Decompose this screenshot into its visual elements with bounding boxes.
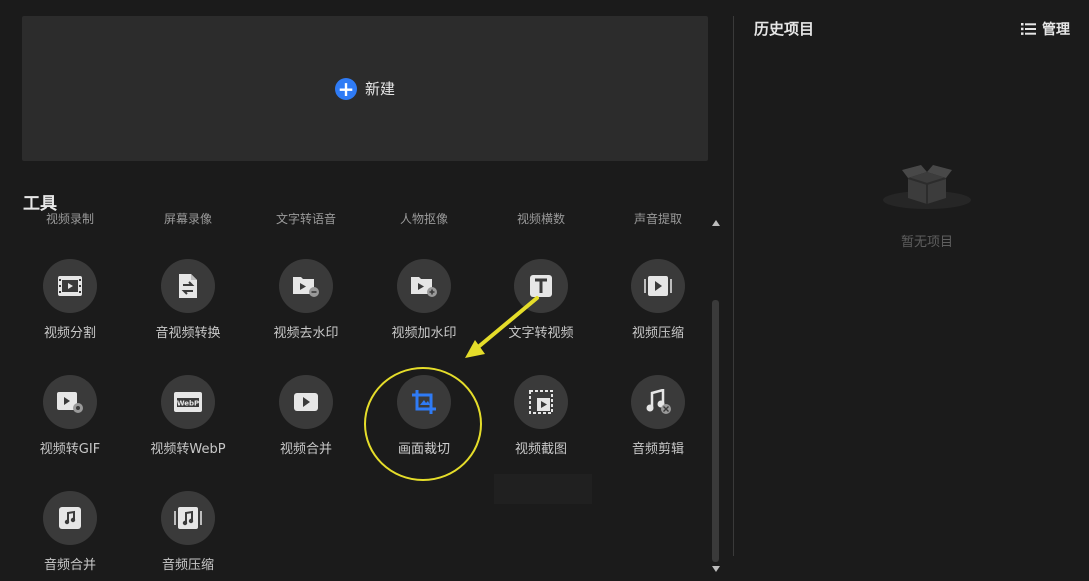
tools-scrollbar[interactable] [709,214,723,576]
video-gif-icon [57,392,83,413]
tool-label: 视频压缩 [631,326,684,341]
tool-av-convert[interactable]: 音视频转换 [133,259,243,349]
empty-box-icon [878,156,976,212]
tool-icon-circle [161,491,215,545]
tool-icon-circle [43,375,97,429]
tool-icon-circle [631,375,685,429]
tool-icon-circle: WebP [161,375,215,429]
tool-label-cut[interactable]: 屏幕录像 [133,210,243,227]
plus-circle-icon: + [334,77,357,100]
tool-audio-clip[interactable]: 音频剪辑 [603,375,713,465]
webp-icon: WebP [174,392,202,412]
new-project-panel[interactable]: + 新建 [22,16,708,161]
tool-audio-merge[interactable]: 音频合并 [15,491,125,581]
tool-label: 视频截图 [514,442,567,457]
audio-clip-icon [646,389,671,414]
tool-icon-circle [631,259,685,313]
file-convert-icon [179,274,197,298]
tool-label: 视频分割 [43,326,96,341]
video-folder-add-icon [411,277,437,297]
tool-icon-circle [279,375,333,429]
tool-video-compress[interactable]: 视频压缩 [603,259,713,349]
highlight-ring-annotation [364,367,482,481]
manage-button[interactable]: 管理 [1021,19,1070,39]
tool-label-cut[interactable]: 人物抠像 [369,210,479,227]
video-compress-icon [644,276,672,296]
tool-icon-circle [43,259,97,313]
tools-cut-row: 视频录制 屏幕录像 文字转语音 人物抠像 视频横数 声音提取 [0,210,705,226]
panel-divider [733,16,734,556]
tool-label: 音视频转换 [155,326,221,341]
new-project-label: 新建 [364,80,395,98]
tool-label-cut[interactable]: 视频录制 [15,210,125,227]
tool-label-cut[interactable]: 文字转语音 [251,210,361,227]
tool-icon-circle [514,375,568,429]
scroll-thumb[interactable] [712,300,719,562]
tool-label-cut[interactable]: 声音提取 [603,210,713,227]
svg-text:WebP: WebP [177,400,199,408]
tool-label: 音频剪辑 [631,442,684,457]
arrow-annotation [465,296,539,358]
tool-label: 视频转WebP [150,442,226,457]
tool-video-screenshot[interactable]: 视频截图 [486,375,596,465]
new-project-button[interactable]: + 新建 [334,77,395,100]
tool-label: 视频转GIF [39,442,101,457]
tool-label: 视频去水印 [273,326,339,341]
tool-label: 音频压缩 [161,558,214,573]
screenshot-icon [529,390,553,414]
tool-label-cut[interactable]: 视频横数 [486,210,596,227]
scroll-up-arrow-icon[interactable] [712,220,720,226]
play-box-icon [294,393,318,411]
tool-label: 视频合并 [279,442,332,457]
scroll-down-arrow-icon[interactable] [712,566,720,572]
audio-merge-icon [59,507,81,529]
tool-video-merge[interactable]: 视频合并 [251,375,361,465]
tool-icon-circle [161,259,215,313]
tool-audio-compress[interactable]: 音频压缩 [133,491,243,581]
manage-label: 管理 [1042,22,1070,38]
history-empty-text: 暂无项目 [900,235,953,250]
tool-video-to-webp[interactable]: WebP 视频转WebP [133,375,243,465]
placeholder-block [494,474,592,504]
history-title: 历史项目 [754,20,815,38]
list-icon [1021,23,1036,35]
tool-video-remove-watermark[interactable]: 视频去水印 [251,259,361,349]
tool-icon-circle [279,259,333,313]
video-folder-remove-icon [293,277,319,297]
tool-label: 音频合并 [43,558,96,573]
tool-icon-circle [397,259,451,313]
film-strip-icon [58,276,82,296]
tool-icon-circle [43,491,97,545]
tool-video-to-gif[interactable]: 视频转GIF [15,375,125,465]
audio-compress-icon [174,507,202,529]
tool-video-split[interactable]: 视频分割 [15,259,125,349]
